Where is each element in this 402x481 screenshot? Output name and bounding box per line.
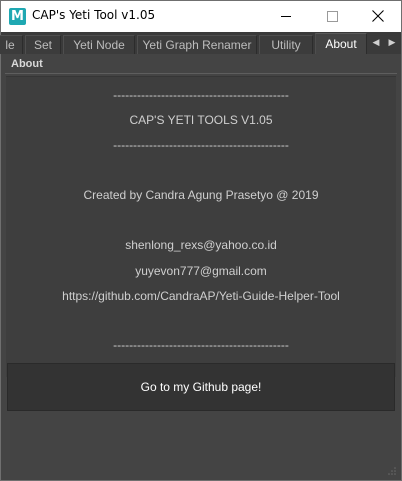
about-content: ----------------------------------------… <box>6 76 396 377</box>
minimize-icon <box>281 16 291 17</box>
resize-grip-icon[interactable] <box>387 466 397 476</box>
section-title: About <box>11 58 43 70</box>
app-icon-letter: M <box>11 9 24 24</box>
email-gmail: yuyevon777@gmail.com <box>135 264 267 278</box>
github-page-button[interactable]: Go to my Github page! <box>7 363 395 411</box>
tab-yeti-node[interactable]: Yeti Node <box>63 35 135 54</box>
about-panel: About ----------------------------------… <box>1 54 401 480</box>
maya-app-icon: M <box>9 8 26 25</box>
tab-scroll-left-icon[interactable]: ◀ <box>369 35 383 51</box>
maximize-button[interactable] <box>309 1 355 32</box>
separator-top: ----------------------------------------… <box>113 88 289 102</box>
tab-bar: le Set Yeti Node Yeti Graph Renamer Util… <box>0 32 401 54</box>
about-heading: CAP'S YETI TOOLS V1.05 <box>129 113 273 127</box>
email-yahoo: shenlong_rexs@yahoo.co.id <box>125 238 277 252</box>
title-bar[interactable]: M CAP's Yeti Tool v1.05 <box>1 1 401 32</box>
separator-bottom: ----------------------------------------… <box>113 338 289 352</box>
section-header[interactable]: About <box>5 56 397 74</box>
separator-middle: ----------------------------------------… <box>113 138 289 152</box>
window-title: CAP's Yeti Tool v1.05 <box>32 8 156 22</box>
tab-truncated[interactable]: le <box>0 35 23 54</box>
tab-about[interactable]: About <box>315 33 367 54</box>
tab-scroll-right-icon[interactable]: ▶ <box>385 35 399 51</box>
tab-set[interactable]: Set <box>25 35 61 54</box>
close-icon <box>372 10 384 22</box>
minimize-button[interactable] <box>263 1 309 32</box>
tab-yeti-graph-renamer[interactable]: Yeti Graph Renamer <box>137 35 257 54</box>
tab-utility[interactable]: Utility <box>259 35 313 54</box>
close-button[interactable] <box>355 1 401 32</box>
credit-text: Created by Candra Agung Prasetyo @ 2019 <box>83 188 319 202</box>
app-window: M CAP's Yeti Tool v1.05 le Set Yeti Node… <box>0 0 402 481</box>
maximize-icon <box>327 11 338 22</box>
github-url: https://github.com/CandraAP/Yeti-Guide-H… <box>62 289 340 303</box>
